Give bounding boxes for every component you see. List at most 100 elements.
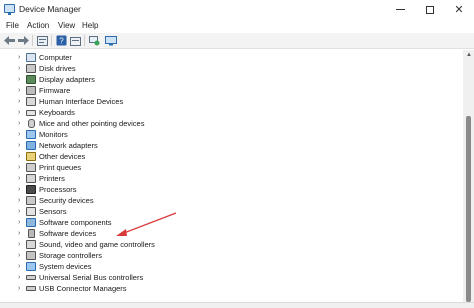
usb-icon [26,275,36,280]
tree-item[interactable]: › Security devices [0,195,460,206]
storage-controller-icon [26,251,36,260]
device-tree[interactable]: › Computer › Disk drives › Display adapters… [0,50,463,302]
close-icon: ✕ [454,4,464,16]
expand-chevron-icon[interactable]: › [18,261,24,272]
title-bar: Device Manager ✕ [0,0,474,19]
forward-icon [17,36,29,45]
tree-item[interactable]: › Display adapters [0,74,460,85]
software-device-icon [28,229,35,238]
expand-chevron-icon[interactable]: › [18,250,24,261]
tree-item-label: Computer [39,53,72,62]
tree-item-label: Software devices [39,229,97,238]
sound-icon [26,240,36,249]
minimize-button[interactable] [385,0,415,19]
expand-chevron-icon[interactable]: › [18,173,24,184]
display-adapter-icon [26,75,36,84]
usb-connector-icon [26,286,36,291]
expand-chevron-icon[interactable]: › [18,283,24,294]
expand-chevron-icon[interactable]: › [18,85,24,96]
expand-chevron-icon[interactable]: › [18,228,24,239]
tree-item[interactable]: › Mice and other pointing devices [0,118,460,129]
toolbar: ? [0,33,474,49]
tree-item-label: System devices [39,262,92,271]
tree-item-label: Sound, video and game controllers [39,240,155,249]
tree-item-label: Network adapters [39,141,98,150]
back-button[interactable] [3,35,15,46]
forward-button[interactable] [17,35,29,46]
expand-chevron-icon[interactable]: › [18,217,24,228]
tree-item[interactable]: › Human Interface Devices [0,96,460,107]
monitor-icon [105,35,117,45]
scan-hardware-button[interactable] [88,35,100,46]
expand-chevron-icon[interactable]: › [18,96,24,107]
window-title: Device Manager [19,4,81,14]
tree-item-label: Storage controllers [39,251,102,260]
disk-drive-icon [26,64,36,73]
tree-item-label: Universal Serial Bus controllers [39,273,144,282]
expand-chevron-icon[interactable]: › [18,140,24,151]
close-button[interactable]: ✕ [444,0,474,19]
status-bar [0,302,474,308]
tree-item[interactable]: › Keyboards [0,107,460,118]
menu-view[interactable]: View [58,21,75,30]
tree-item-label: Mice and other pointing devices [39,119,145,128]
tree-item[interactable]: › Disk drives [0,63,460,74]
tree-item[interactable]: › Software components [0,217,460,228]
scroll-thumb[interactable] [466,116,471,302]
vertical-scrollbar[interactable]: ▲ [463,50,474,302]
tree-item-label: USB Connector Managers [39,284,127,293]
tree-item[interactable]: › Monitors [0,129,460,140]
update-driver-button[interactable] [69,35,81,46]
tree-item-label: Disk drives [39,64,76,73]
expand-chevron-icon[interactable]: › [18,107,24,118]
tree-item-label: Software components [39,218,112,227]
tree-item[interactable]: › Other devices [0,151,460,162]
software-component-icon [26,218,36,227]
tree-item[interactable]: › Computer [0,52,460,63]
tree-item[interactable]: › Processors [0,184,460,195]
tree-item-label: Sensors [39,207,67,216]
tree-item[interactable]: › Software devices [0,228,460,239]
tree-item[interactable]: › Universal Serial Bus controllers [0,272,460,283]
expand-chevron-icon[interactable]: › [18,74,24,85]
tree-item[interactable]: › Sensors [0,206,460,217]
tree-item[interactable]: › Sound, video and game controllers [0,239,460,250]
scroll-up-icon[interactable]: ▲ [466,52,472,58]
tree-item-label: Processors [39,185,77,194]
hid-icon [26,97,36,106]
expand-chevron-icon[interactable]: › [18,151,24,162]
tree-item[interactable]: › Storage controllers [0,250,460,261]
expand-chevron-icon[interactable]: › [18,63,24,74]
menu-bar: File Action View Help [0,19,474,33]
expand-chevron-icon[interactable]: › [18,206,24,217]
expand-chevron-icon[interactable]: › [18,184,24,195]
tree-item[interactable]: › System devices [0,261,460,272]
help-button[interactable]: ? [55,35,67,46]
menu-help[interactable]: Help [82,21,98,30]
update-driver-icon [69,36,81,46]
toolbar-separator [32,35,33,46]
monitor-button[interactable] [105,35,117,46]
other-devices-icon [26,152,36,161]
properties-button[interactable] [36,35,48,46]
menu-action[interactable]: Action [27,21,49,30]
expand-chevron-icon[interactable]: › [18,272,24,283]
maximize-button[interactable] [415,0,445,19]
tree-item[interactable]: › Network adapters [0,140,460,151]
menu-file[interactable]: File [6,21,19,30]
printer-icon [26,174,36,183]
tree-item[interactable]: › USB Connector Managers [0,283,460,294]
expand-chevron-icon[interactable]: › [18,129,24,140]
expand-chevron-icon[interactable]: › [18,195,24,206]
tree-item-label: Keyboards [39,108,75,117]
tree-item[interactable]: › Firmware [0,85,460,96]
network-adapter-icon [26,141,36,150]
tree-item[interactable]: › Printers [0,173,460,184]
expand-chevron-icon[interactable]: › [18,52,24,63]
minimize-icon [395,9,405,10]
tree-item[interactable]: › Print queues [0,162,460,173]
expand-chevron-icon[interactable]: › [18,162,24,173]
expand-chevron-icon[interactable]: › [18,118,24,129]
expand-chevron-icon[interactable]: › [18,239,24,250]
print-queue-icon [26,163,36,172]
